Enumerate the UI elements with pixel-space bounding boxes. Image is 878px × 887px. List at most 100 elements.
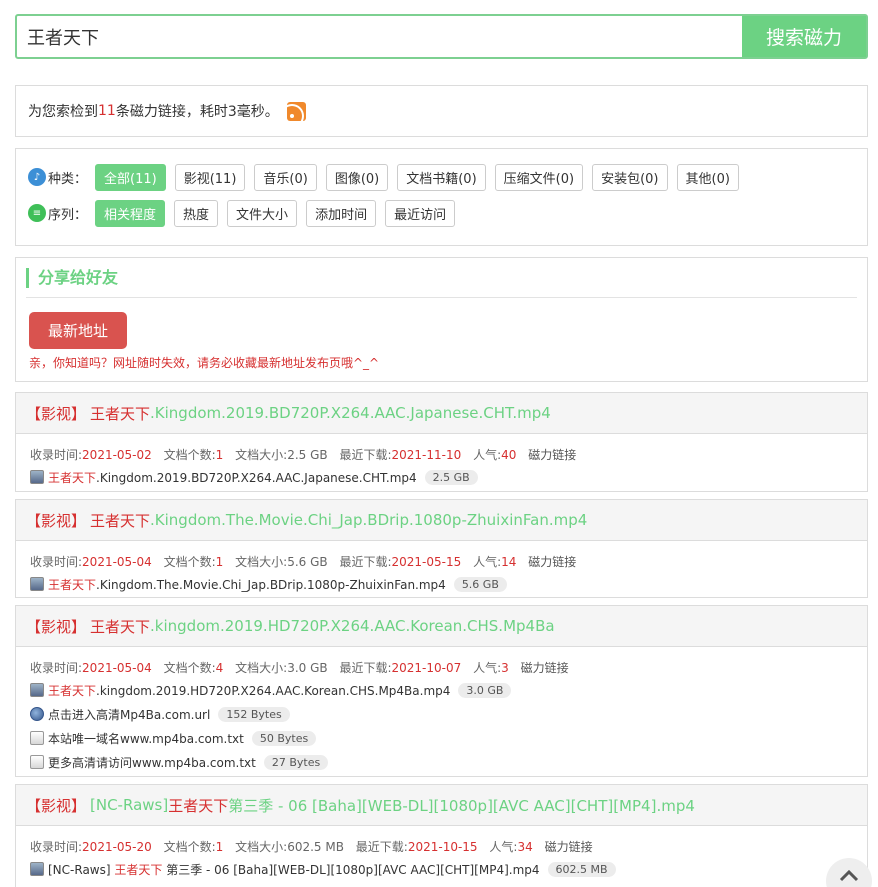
kind-chip-video[interactable]: 影视(11)	[174, 163, 246, 191]
video-file-icon	[30, 683, 44, 697]
result-meta: 收录时间:2021-05-04 文档个数:1 文档大小:5.6 GB 最近下载:…	[30, 552, 853, 572]
result-title-link[interactable]: .Kingdom.2019.BD720P.X264.AAC.Japanese.C…	[150, 404, 551, 422]
kind-chip-image[interactable]: 图像(0)	[325, 163, 389, 191]
file-name-text: .Kingdom.The.Movie.Chi_Jap.BDrip.1080p-Z…	[96, 577, 446, 592]
search-bar: 搜索磁力	[15, 14, 868, 59]
magnet-link[interactable]: 磁力链接	[528, 448, 576, 462]
last-download-label: 最近下载:	[339, 448, 392, 462]
sort-chip-recent[interactable]: 最近访问	[385, 199, 456, 227]
sort-chip-size[interactable]: 文件大小	[227, 199, 298, 227]
file-name: [NC-Raws] 王者天下 第三季 - 06 [Baha][WEB-DL][1…	[48, 861, 540, 878]
result-category: 【影视】	[26, 796, 87, 815]
sort-label: 序列：	[48, 207, 88, 223]
file-row: 王者天下.kingdom.2019.HD720P.X264.AAC.Korean…	[30, 678, 853, 702]
sort-chip-relevance[interactable]: 相关程度	[95, 199, 166, 227]
kind-chip-archives[interactable]: 压缩文件(0)	[494, 163, 584, 191]
video-file-icon	[30, 577, 44, 591]
last-download-label: 最近下载:	[339, 661, 392, 675]
file-row: 本站唯一域名www.mp4ba.com.txt 50 Bytes	[30, 726, 853, 750]
result-body: 收录时间:2021-05-04 文档个数:4 文档大小:3.0 GB 最近下载:…	[16, 647, 867, 774]
created-label: 收录时间:	[30, 448, 83, 462]
file-count-value: 1	[215, 555, 224, 569]
category-icon: ♪	[28, 168, 46, 186]
file-name: 点击进入高清Mp4Ba.com.url	[48, 707, 211, 722]
video-file-icon	[30, 470, 44, 484]
last-download-value: 2021-10-15	[407, 840, 478, 854]
kind-chip-music[interactable]: 音乐(0)	[254, 163, 317, 191]
summary-suffix: 条磁力链接，耗时3毫秒。	[115, 104, 279, 120]
result-category: 【影视】	[26, 404, 87, 423]
magnet-link[interactable]: 磁力链接	[545, 840, 593, 854]
created-label: 收录时间:	[30, 555, 83, 569]
list-icon: ≡	[28, 204, 46, 222]
result-meta: 收录时间:2021-05-20 文档个数:1 文档大小:602.5 MB 最近下…	[30, 837, 853, 857]
popularity-value: 14	[501, 555, 517, 569]
last-download-value: 2021-11-10	[391, 448, 462, 462]
created-value: 2021-05-20	[82, 840, 152, 854]
file-count-label: 文档个数:	[163, 661, 216, 675]
kind-chip-installers[interactable]: 安装包(0)	[592, 163, 668, 191]
result-title-link[interactable]: .Kingdom.The.Movie.Chi_Jap.BDrip.1080p-Z…	[150, 511, 587, 529]
video-file-icon	[30, 862, 44, 876]
file-keyword: 王者天下	[114, 862, 163, 877]
file-keyword: 王者天下	[48, 577, 97, 592]
file-count-value: 1	[215, 840, 224, 854]
result-keyword[interactable]: 王者天下	[168, 795, 228, 816]
result-category: 【影视】	[26, 511, 87, 530]
share-panel: 分享给好友 最新地址 亲，你知道吗？网址随时失效，请务必收藏最新地址发布页哦^_…	[15, 257, 868, 382]
file-name: 王者天下.Kingdom.2019.BD720P.X264.AAC.Japane…	[48, 469, 417, 486]
result-card: 【影视】 王者天下 .Kingdom.The.Movie.Chi_Jap.BDri…	[15, 499, 868, 598]
search-input[interactable]	[17, 16, 742, 57]
popularity-value: 3	[501, 661, 509, 675]
file-name: 更多高清请访问www.mp4ba.com.txt	[48, 755, 256, 770]
result-body: 收录时间:2021-05-02 文档个数:1 文档大小:2.5 GB 最近下载:…	[16, 434, 867, 489]
file-name-text: 第三季 - 06 [Baha][WEB-DL][1080p][AVC AAC][…	[162, 862, 540, 877]
size-label: 文档大小:	[235, 448, 288, 462]
file-row: 点击进入高清Mp4Ba.com.url 152 Bytes	[30, 702, 853, 726]
file-count-label: 文档个数:	[163, 840, 216, 854]
sort-chip-added[interactable]: 添加时间	[306, 199, 377, 227]
magnet-link[interactable]: 磁力链接	[528, 555, 576, 569]
file-size-badge: 3.0 GB	[458, 682, 512, 698]
file-name: 本站唯一域名www.mp4ba.com.txt	[48, 731, 244, 746]
file-name: 王者天下.kingdom.2019.HD720P.X264.AAC.Korean…	[48, 682, 450, 699]
search-button[interactable]: 搜索磁力	[742, 16, 866, 57]
result-title-prefix[interactable]: [NC-Raws]	[90, 796, 168, 814]
result-title: 【影视】 王者天下 .kingdom.2019.HD720P.X264.AAC.K…	[16, 606, 867, 647]
last-download-value: 2021-10-07	[391, 661, 462, 675]
size-value: 2.5 GB	[287, 448, 328, 462]
result-keyword[interactable]: 王者天下	[90, 616, 150, 637]
share-title-text: 分享给好友	[26, 268, 118, 288]
kind-label: 种类：	[48, 171, 88, 187]
created-label: 收录时间:	[30, 661, 83, 675]
file-size-badge: 2.5 GB	[424, 469, 478, 485]
share-note: 亲，你知道吗？网址随时失效，请务必收藏最新地址发布页哦^_^	[29, 356, 380, 370]
file-prefix: [NC-Raws]	[48, 862, 115, 877]
latest-address-button[interactable]: 最新地址	[29, 312, 127, 349]
file-keyword: 王者天下	[48, 470, 97, 485]
file-row: 王者天下.Kingdom.The.Movie.Chi_Jap.BDrip.108…	[30, 572, 853, 596]
result-title-link[interactable]: 第三季 - 06 [Baha][WEB-DL][1080p][AVC AAC][…	[228, 795, 695, 816]
kind-chip-all[interactable]: 全部(11)	[95, 163, 166, 191]
file-row: 王者天下.Kingdom.2019.BD720P.X264.AAC.Japane…	[30, 465, 853, 489]
popularity-label: 人气:	[489, 840, 518, 854]
result-title-link[interactable]: .kingdom.2019.HD720P.X264.AAC.Korean.CHS…	[150, 617, 555, 635]
file-count-label: 文档个数:	[163, 448, 216, 462]
summary-prefix: 为您索检到	[28, 104, 98, 120]
result-keyword[interactable]: 王者天下	[90, 403, 150, 424]
result-card: 【影视】 [NC-Raws] 王者天下 第三季 - 06 [Baha][WEB-…	[15, 784, 868, 887]
file-name-text: .kingdom.2019.HD720P.X264.AAC.Korean.CHS…	[96, 683, 451, 698]
text-file-icon	[30, 731, 44, 745]
size-label: 文档大小:	[235, 555, 288, 569]
rss-icon[interactable]	[286, 101, 306, 121]
result-body: 收录时间:2021-05-04 文档个数:1 文档大小:5.6 GB 最近下载:…	[16, 541, 867, 596]
magnet-link[interactable]: 磁力链接	[521, 661, 569, 675]
result-title: 【影视】 [NC-Raws] 王者天下 第三季 - 06 [Baha][WEB-…	[16, 785, 867, 826]
sort-chip-popularity[interactable]: 热度	[174, 199, 219, 227]
kind-chip-other[interactable]: 其他(0)	[676, 163, 739, 191]
file-name: 王者天下.Kingdom.The.Movie.Chi_Jap.BDrip.108…	[48, 576, 446, 593]
result-keyword[interactable]: 王者天下	[90, 510, 150, 531]
size-value: 3.0 GB	[287, 661, 328, 675]
popularity-label: 人气:	[473, 555, 502, 569]
kind-chip-documents[interactable]: 文档书籍(0)	[397, 163, 486, 191]
